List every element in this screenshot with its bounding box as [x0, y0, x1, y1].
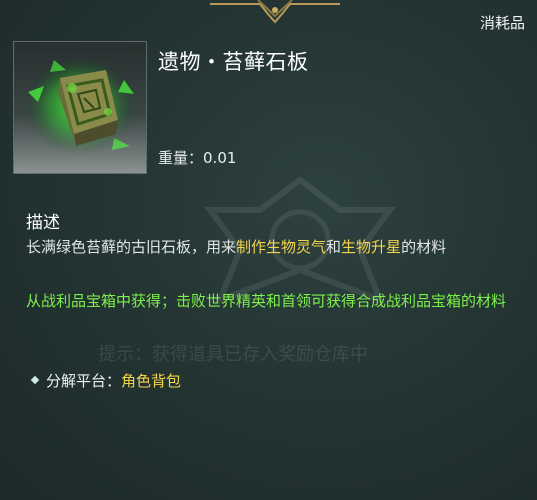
salvage-label: 分解平台： — [46, 372, 122, 390]
description-and: 和 — [326, 238, 342, 256]
acquisition-source-text: 从战利品宝箱中获得；击败世界精英和首领可获得合成战利品宝箱的材料 — [26, 292, 507, 310]
salvage-value: 角色背包 — [121, 372, 182, 390]
weight-label: 重量： — [158, 149, 204, 167]
item-name: 遗物・苔藓石板 — [158, 50, 309, 74]
item-weight: 重量：0.01 — [158, 147, 236, 168]
highlight-star-upgrade: 生物升星 — [341, 238, 402, 256]
highlight-aura-crafting: 制作生物灵气 — [236, 238, 327, 256]
salvage-platform: 分解平台：角色背包 — [30, 370, 182, 391]
item-icon-slot[interactable] — [13, 41, 147, 174]
description-prefix: 长满绿色苔藓的古旧石板，用来 — [26, 238, 237, 256]
description-text: 长满绿色苔藓的古旧石板，用来制作生物灵气和生物升星的材料 — [26, 236, 446, 257]
description-title: 描述 — [26, 213, 60, 233]
description-suffix: 的材料 — [401, 238, 447, 256]
background-hint-text: 提示：获得道具已存入奖励仓库中 — [98, 344, 368, 365]
top-ornament-icon — [210, 0, 340, 24]
weight-value: 0.01 — [203, 149, 237, 167]
item-category-label: 消耗品 — [479, 14, 525, 32]
diamond-bullet-icon — [30, 375, 40, 385]
moss-stone-tablet-icon — [24, 56, 136, 156]
